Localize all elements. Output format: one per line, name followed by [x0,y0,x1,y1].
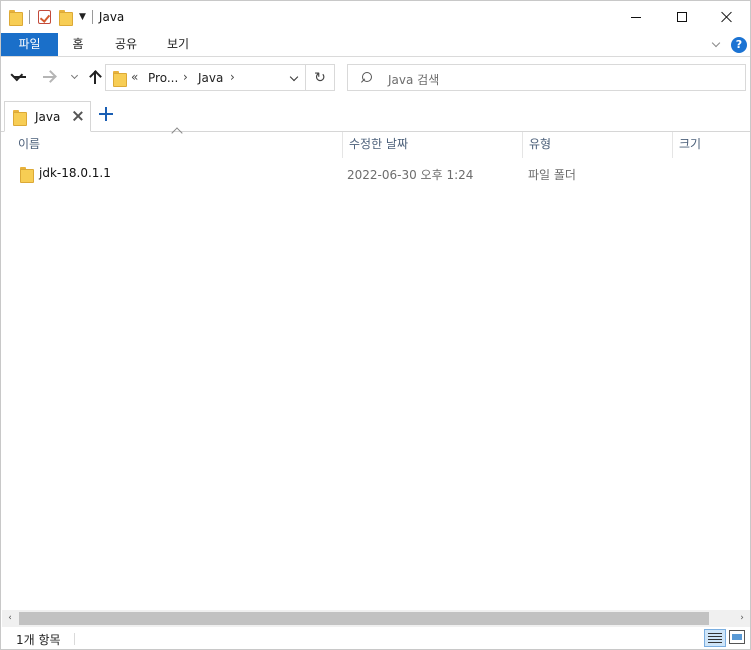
file-type: 파일 폴더 [528,168,576,182]
tab-home[interactable]: 홈 [61,33,95,56]
search-box[interactable]: Java 검색 [347,64,746,91]
toolbar-separator [29,10,30,24]
scroll-left-button[interactable]: ‹ [5,613,15,623]
minimize-icon [631,16,641,18]
minimize-button[interactable] [613,1,659,33]
breadcrumb-separator[interactable]: › [230,70,235,84]
breadcrumb-overflow[interactable]: « [131,70,138,84]
close-tab-icon[interactable] [72,110,84,122]
ribbon-tabs: 파일 홈 공유 보기 ? [1,33,750,57]
back-icon [13,71,27,83]
file-date: 2022-06-30 오후 1:24 [347,168,474,182]
address-dropdown-button[interactable] [286,71,302,85]
forward-icon [42,71,56,83]
quick-access-toolbar: ▼ Java [9,8,124,26]
address-bar[interactable]: « Pro... › Java › [105,64,305,91]
file-name: jdk-18.0.1.1 [39,166,111,180]
file-row[interactable]: jdk-18.0.1.1 2022-06-30 오후 1:24 파일 폴더 [2,161,750,185]
properties-icon[interactable] [38,10,51,24]
recent-locations-button[interactable] [64,67,84,87]
search-icon [360,72,372,84]
refresh-button[interactable]: ↻ [305,64,335,91]
column-headers: 이름 수정한 날짜 유형 크기 [2,127,750,158]
search-input[interactable]: Java 검색 [388,71,439,88]
new-folder-icon[interactable] [59,10,73,26]
forward-button[interactable] [39,67,59,87]
explorer-window: ▼ Java 파일 홈 공유 보기 ? « Pro... › Java › ↻ [0,0,751,650]
help-button[interactable]: ? [731,37,747,53]
back-button[interactable] [10,67,30,87]
chevron-down-icon [289,72,299,81]
window-title: Java [98,10,125,24]
folder-tab-label: Java [35,110,61,124]
thumbnail-view-icon[interactable] [729,630,745,644]
refresh-icon: ↻ [314,69,326,86]
close-icon [721,11,733,23]
maximize-icon [677,12,687,22]
scrollbar-thumb[interactable] [19,612,709,625]
title-bar: ▼ Java [1,1,750,33]
scroll-right-button[interactable]: › [737,613,747,623]
customize-toolbar-icon[interactable]: ▼ [79,12,86,22]
details-view-icon [708,633,722,643]
folder-tab[interactable]: Java [4,101,91,132]
up-button[interactable] [85,67,105,87]
up-icon [89,70,101,84]
folder-icon [9,10,23,26]
tab-file[interactable]: 파일 [1,33,58,56]
details-view-button[interactable] [704,629,726,647]
column-header-date[interactable]: 수정한 날짜 [342,132,522,158]
status-divider [74,633,75,645]
close-button[interactable] [704,1,750,33]
chevron-down-icon [711,38,721,47]
column-header-size[interactable]: 크기 [672,132,750,158]
breadcrumb-item[interactable]: Java [198,71,223,85]
chevron-down-icon [70,71,78,80]
tab-share[interactable]: 공유 [105,33,147,56]
expand-ribbon-button[interactable] [709,37,723,51]
tab-view[interactable]: 보기 [157,33,199,56]
breadcrumb-item[interactable]: Pro... [148,71,178,85]
maximize-button[interactable] [659,1,705,33]
toolbar-separator [91,10,93,24]
breadcrumb-separator[interactable]: › [183,70,188,84]
navigation-bar: « Pro... › Java › ↻ Java 검색 [1,57,750,99]
column-header-name[interactable]: 이름 [12,132,342,158]
column-header-type[interactable]: 유형 [522,132,672,158]
folder-tab-strip: Java [1,99,750,132]
horizontal-scrollbar[interactable]: ‹ › [2,610,750,627]
status-bar: 1개 항목 [2,627,750,650]
new-tab-button[interactable] [98,106,114,122]
item-count: 1개 항목 [16,633,61,647]
